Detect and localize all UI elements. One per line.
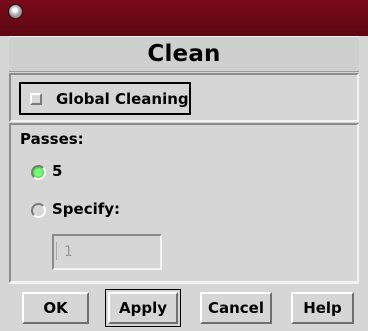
cancel-button[interactable]: Cancel <box>200 292 272 324</box>
specify-radio[interactable] <box>31 203 46 218</box>
passes-5-label[interactable]: 5 <box>52 162 62 180</box>
specify-passes-input[interactable] <box>52 234 162 270</box>
text-cursor <box>56 242 57 260</box>
passes-5-radio[interactable] <box>31 165 46 180</box>
dialog-header: Clean <box>9 36 359 72</box>
global-cleaning-toggle[interactable]: Global Cleaning <box>19 82 191 115</box>
global-cleaning-checkbox[interactable] <box>30 93 42 105</box>
window-menu-icon[interactable] <box>8 4 23 19</box>
window-titlebar[interactable] <box>0 0 368 36</box>
help-button[interactable]: Help <box>291 292 354 324</box>
passes-label: Passes: <box>20 130 84 148</box>
ok-button[interactable]: OK <box>22 292 89 324</box>
specify-label[interactable]: Specify: <box>52 200 120 218</box>
apply-button[interactable]: Apply <box>105 289 181 327</box>
global-cleaning-label: Global Cleaning <box>56 90 189 108</box>
dialog-title: Clean <box>147 41 221 67</box>
button-bar: OK Apply Cancel Help <box>9 283 359 331</box>
